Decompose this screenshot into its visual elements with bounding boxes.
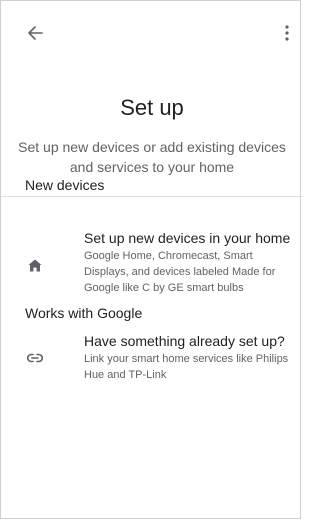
item-text: Have something already set up? Link your…	[84, 332, 296, 383]
item-title: Set up new devices in your home	[84, 230, 291, 246]
more-vert-icon	[285, 25, 289, 41]
top-app-bar	[1, 1, 303, 65]
home-icon	[23, 253, 47, 277]
list-item-link-services[interactable]: Have something already set up? Link your…	[1, 332, 303, 384]
section-header-new-devices: New devices	[25, 177, 105, 193]
item-title: Have something already set up?	[84, 333, 285, 349]
item-description: Google Home, Chromecast, Smart Displays,…	[84, 250, 276, 294]
item-description: Link your smart home services like Phili…	[84, 353, 289, 381]
item-text: Set up new devices in your home Google H…	[84, 229, 296, 296]
list-item-setup-new-devices[interactable]: Set up new devices in your home Google H…	[1, 229, 303, 295]
screen-frame: Set up Set up new devices or add existin…	[0, 0, 303, 519]
divider	[1, 196, 303, 197]
link-icon	[23, 346, 47, 370]
overflow-menu-button[interactable]	[279, 21, 295, 45]
page-subtitle: Set up new devices or add existing devic…	[18, 139, 286, 175]
arrow-back-icon	[28, 26, 43, 40]
page-title: Set up	[120, 95, 184, 120]
section-header-works-with-google: Works with Google	[25, 305, 143, 321]
back-button[interactable]	[23, 21, 47, 45]
